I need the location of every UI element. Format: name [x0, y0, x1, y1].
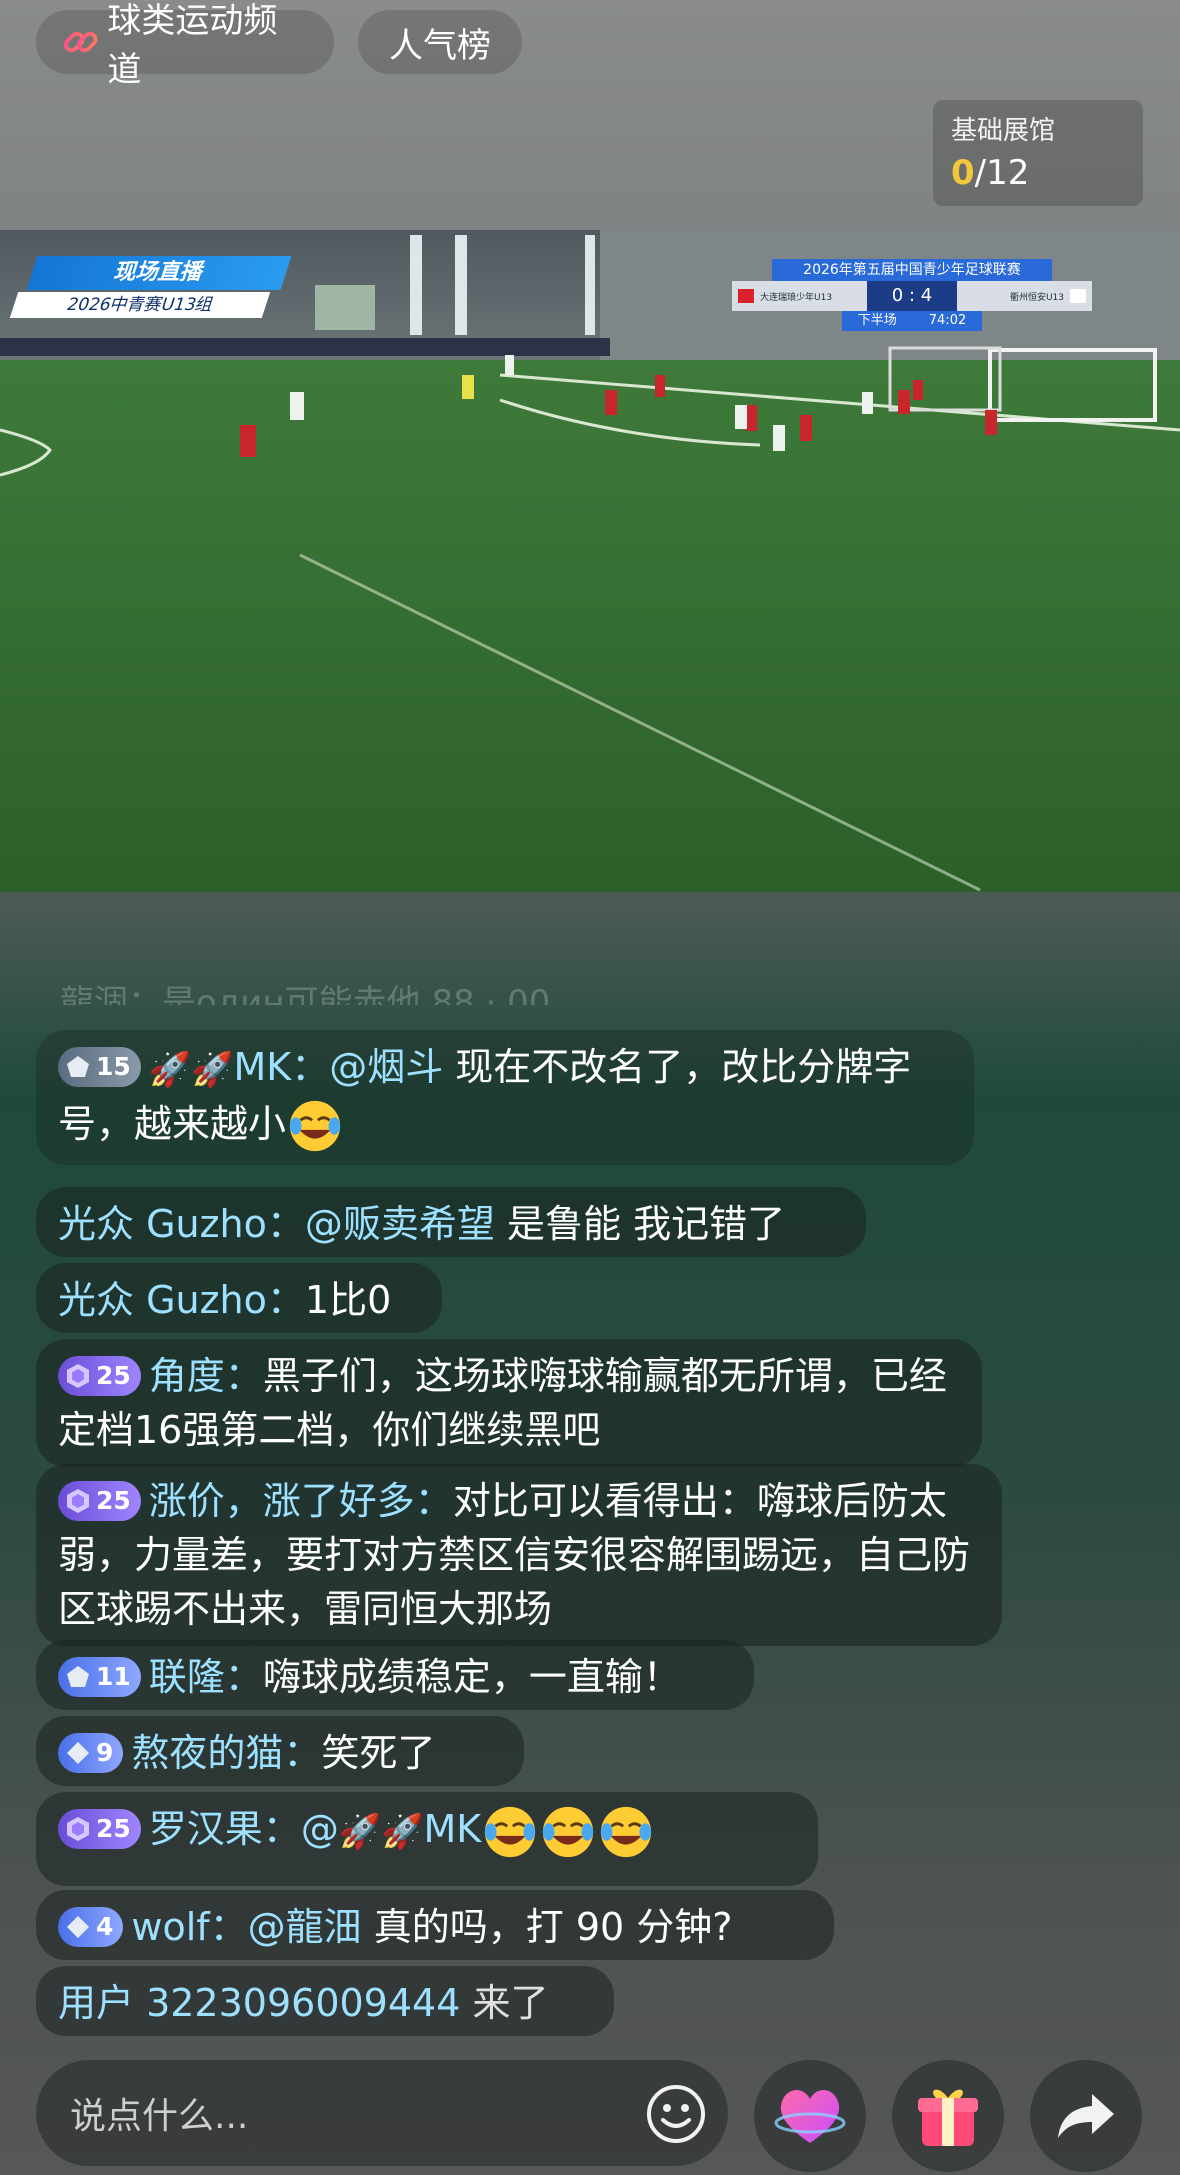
- rocket-icon: 🚀: [148, 1049, 192, 1090]
- channel-label: 球类运动频道: [107, 1, 278, 90]
- laughing-crying-emoji-icon: [485, 1806, 536, 1857]
- chat-message[interactable]: 用户 3223096009444 来了: [36, 1966, 614, 2036]
- chat-text: 真的吗，打 90 分钟?: [361, 1905, 733, 1949]
- badge-level: 25: [96, 1485, 131, 1515]
- chat-message[interactable]: 9 熬夜的猫：笑死了: [36, 1716, 524, 1786]
- live-badge: 现场直播 2026中青赛U13组: [9, 256, 292, 318]
- share-icon: [1058, 2094, 1114, 2138]
- chat-username[interactable]: 罗汉果：: [149, 1807, 301, 1851]
- comment-input[interactable]: 说点什么...: [36, 2060, 728, 2166]
- chat-mention[interactable]: @烟斗: [329, 1045, 443, 1089]
- chat-username[interactable]: wolf：: [131, 1905, 247, 1949]
- chat-username[interactable]: 联隆：: [149, 1655, 263, 1699]
- channel-chip[interactable]: 球类运动频道: [36, 1, 334, 90]
- chat-message[interactable]: 25 涨价，涨了好多：对比可以看得出：嗨球后防太弱，力量差，要打对方禁区信安很容…: [36, 1464, 1002, 1646]
- comment-placeholder: 说点什么...: [70, 2096, 249, 2137]
- chat-text: 嗨球成绩稳定，一直输！: [262, 1655, 681, 1699]
- level-badge: 15: [58, 1046, 141, 1087]
- badge-level: 15: [96, 1051, 131, 1081]
- home-team-name: 大连瑞琅少年U13: [760, 292, 833, 303]
- group-label: 2026中青赛U13组: [9, 292, 271, 318]
- popular-label: 人气榜: [389, 25, 491, 66]
- level-badge: 9: [58, 1732, 124, 1773]
- badge-level: 25: [96, 1813, 131, 1843]
- chat-message[interactable]: 15 🚀🚀MK：@烟斗 现在不改名了，改比分牌字号，越来越小: [36, 1030, 974, 1165]
- badge-level: 9: [96, 1737, 114, 1767]
- link-icon: [64, 31, 98, 53]
- chat-username[interactable]: 用户 3223096009444: [58, 1981, 460, 2025]
- share-button[interactable]: [1030, 2060, 1142, 2172]
- score: 0 : 4: [867, 281, 957, 311]
- chat-message[interactable]: 25 罗汉果：@🚀🚀MK: [36, 1792, 818, 1886]
- home-flag: [738, 289, 754, 303]
- hexagon-gem-icon: [67, 1363, 89, 1388]
- expo-total: /12: [974, 153, 1030, 193]
- chat-username[interactable]: 光众 Guzho：: [58, 1278, 305, 1322]
- chat-text: 来了: [460, 1981, 549, 2025]
- expo-title: 基础展馆: [951, 116, 1056, 146]
- rocket-icon: 🚀: [191, 1049, 234, 1090]
- expo-panel[interactable]: 基础展馆 0/12: [933, 100, 1143, 206]
- faded-message: 龍涸：是один可能赤他 88 · 00: [60, 983, 551, 1005]
- away-flag: [1070, 289, 1086, 303]
- match-period: 下半场: [841, 311, 913, 331]
- live-video[interactable]: 现场直播 2026中青赛U13组 2026年第五届中国青少年足球联赛 大连瑞琅少…: [0, 230, 1180, 892]
- chat-mention[interactable]: @: [301, 1807, 339, 1851]
- chat-message[interactable]: 11 联隆：嗨球成绩稳定，一直输！: [36, 1640, 754, 1710]
- chat-username[interactable]: 角度：: [149, 1354, 263, 1398]
- diamond-gem-icon: [67, 1741, 89, 1764]
- rocket-icon: 🚀: [338, 1811, 382, 1852]
- away-team: 衢州恒安U13: [957, 289, 1092, 303]
- away-team-name: 衢州恒安U13: [1009, 292, 1064, 303]
- badge-level: 4: [96, 1911, 114, 1941]
- laughing-crying-emoji-icon: [601, 1806, 652, 1857]
- heart-icon: [774, 2090, 846, 2143]
- level-badge: 25: [58, 1808, 141, 1849]
- chat-message[interactable]: 光众 Guzho：1比0: [36, 1263, 442, 1333]
- rocket-icon: 🚀: [381, 1811, 424, 1852]
- chat-text: 笑死了: [321, 1731, 436, 1775]
- laughing-crying-emoji-icon: [289, 1100, 341, 1152]
- chat-mention-name[interactable]: MK: [424, 1807, 482, 1851]
- level-badge: 4: [58, 1906, 124, 1947]
- level-badge: 25: [58, 1480, 141, 1521]
- laughing-crying-emoji-icon: [543, 1806, 594, 1857]
- popular-chip[interactable]: 人气榜: [358, 10, 522, 74]
- league-title: 2026年第五届中国青少年足球联赛: [772, 259, 1052, 281]
- badge-level: 11: [96, 1661, 131, 1691]
- chat-message[interactable]: 4 wolf：@龍沺 真的吗，打 90 分钟?: [36, 1890, 834, 1960]
- pentagon-gem-icon: [67, 1055, 89, 1077]
- home-team: 大连瑞琅少年U13: [732, 289, 867, 303]
- pentagon-gem-icon: [67, 1665, 89, 1687]
- chat-message[interactable]: 光众 Guzho：@贩卖希望 是鲁能 我记错了: [36, 1187, 866, 1257]
- smiley-icon[interactable]: [646, 2084, 706, 2144]
- chat-username[interactable]: 光众 Guzho：: [58, 1202, 305, 1246]
- chat-message[interactable]: 25 角度：黑子们，这场球嗨球输赢都无所谓，已经定档16强第二档，你们继续黑吧: [36, 1339, 982, 1467]
- scoreboard: 2026年第五届中国青少年足球联赛 大连瑞琅少年U13 0 : 4 衢州恒安U1…: [732, 259, 1092, 331]
- hexagon-gem-icon: [67, 1488, 89, 1513]
- hexagon-gem-icon: [67, 1816, 89, 1841]
- level-badge: 25: [58, 1355, 141, 1396]
- chat-mention[interactable]: @龍沺: [248, 1905, 362, 1949]
- chat-mention[interactable]: @贩卖希望: [305, 1202, 495, 1246]
- chat-text: 1比0: [304, 1278, 392, 1322]
- live-label: 现场直播: [26, 256, 292, 290]
- match-clock: 74:02: [912, 311, 983, 331]
- gift-icon: [918, 2089, 978, 2146]
- chat-username[interactable]: 涨价，涨了好多：: [149, 1479, 453, 1523]
- expo-count: 0/12: [951, 153, 1125, 193]
- level-badge: 11: [58, 1656, 141, 1697]
- chat-username[interactable]: 熬夜的猫：: [131, 1731, 321, 1775]
- expo-current: 0: [951, 153, 975, 193]
- badge-level: 25: [96, 1360, 131, 1390]
- gift-button[interactable]: [892, 2060, 1004, 2172]
- chat-username[interactable]: MK：: [233, 1045, 329, 1089]
- like-button[interactable]: [754, 2060, 866, 2172]
- diamond-gem-icon: [67, 1915, 89, 1938]
- chat-text: 是鲁能 我记错了: [494, 1202, 786, 1246]
